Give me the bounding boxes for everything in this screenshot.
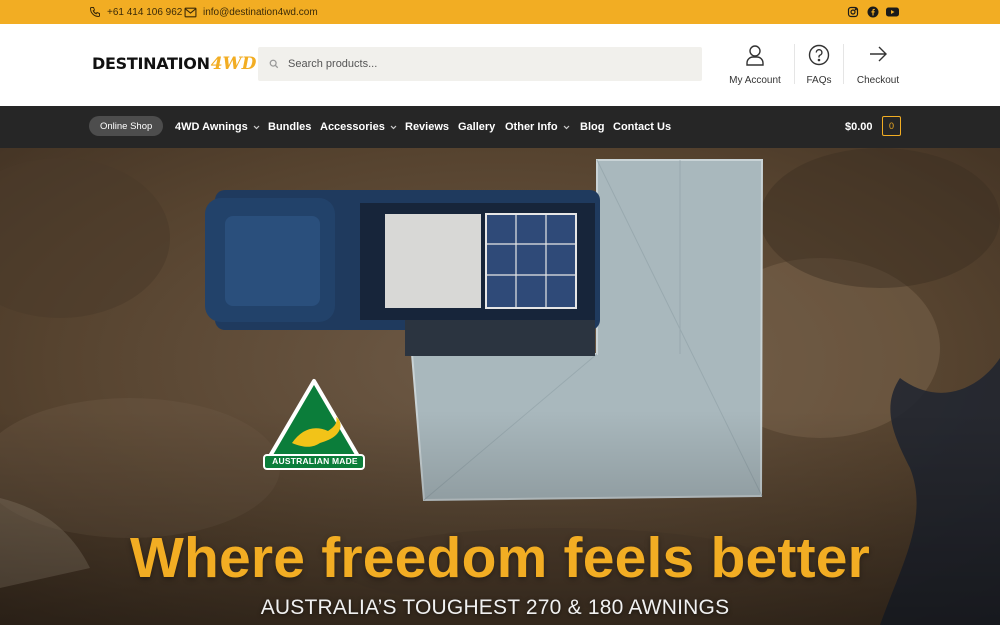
faqs-link[interactable]: FAQs	[801, 44, 837, 86]
nav-item-reviews[interactable]: Reviews	[405, 106, 449, 148]
phone-icon	[89, 7, 100, 18]
hero-subtitle: AUSTRALIA’S TOUGHEST 270 & 180 AWNINGS	[260, 596, 730, 619]
nav-item-accessories[interactable]: Accessories	[320, 106, 397, 148]
search-input[interactable]	[288, 58, 688, 70]
cart-count-badge[interactable]: 0	[882, 116, 901, 136]
nav-item-4wd-awnings[interactable]: 4WD Awnings	[175, 106, 260, 148]
my-account-link[interactable]: My Account	[724, 44, 786, 86]
facebook-icon	[867, 6, 879, 18]
facebook-link[interactable]	[866, 5, 880, 19]
nav-item-label: 4WD Awnings	[175, 121, 248, 133]
arrow-right-icon	[870, 46, 887, 62]
nav-item-label: Contact Us	[613, 121, 672, 133]
nav-item-label: Other Info	[505, 121, 558, 133]
australian-made-text: AUSTRALIAN MADE	[272, 456, 358, 466]
search-bar	[258, 47, 702, 81]
youtube-link[interactable]	[885, 5, 899, 19]
my-account-label: My Account	[729, 75, 781, 86]
chevron-down-icon	[390, 125, 397, 129]
main-nav: Online Shop 4WD Awnings Bundles Accessor…	[0, 106, 1000, 148]
email-address: info@destination4wd.com	[203, 6, 318, 18]
phone-link[interactable]: +61 414 106 962	[89, 0, 182, 24]
checkout-link[interactable]: Checkout	[852, 44, 904, 86]
nav-item-blog[interactable]: Blog	[580, 106, 604, 148]
nav-item-label: Blog	[580, 121, 605, 133]
instagram-link[interactable]	[846, 5, 860, 19]
chevron-down-icon	[563, 125, 569, 129]
chevron-down-icon	[253, 125, 260, 129]
nav-item-label: Accessories	[320, 121, 385, 133]
site-header: DESTINATION 4WD My Account FAQs Checkout	[0, 24, 1000, 106]
nav-item-label: Bundles	[268, 121, 312, 133]
search-icon	[269, 59, 279, 69]
online-shop-button[interactable]: Online Shop	[89, 116, 164, 136]
nav-item-other-info[interactable]: Other Info	[505, 106, 570, 148]
nav-item-label: Reviews	[405, 121, 450, 133]
logo-text: DESTINATION	[92, 54, 210, 73]
email-link[interactable]: info@destination4wd.com	[184, 0, 318, 24]
site-logo[interactable]: DESTINATION 4WD	[92, 54, 256, 76]
checkout-label: Checkout	[856, 75, 900, 86]
question-icon	[808, 44, 830, 66]
phone-number: +61 414 106 962	[107, 6, 183, 18]
nav-item-bundles[interactable]: Bundles	[268, 106, 311, 148]
header-divider	[843, 44, 844, 84]
logo-accent-text: 4WD	[210, 54, 257, 74]
nav-item-label: Gallery	[458, 121, 496, 133]
youtube-icon	[885, 7, 899, 17]
mail-icon	[184, 7, 197, 17]
top-bar: +61 414 106 962 info@destination4wd.com	[0, 0, 1000, 24]
cart-total[interactable]: $0.00	[845, 106, 873, 148]
faqs-label: FAQs	[806, 75, 832, 86]
nav-item-contact-us[interactable]: Contact Us	[613, 106, 671, 148]
hero-title: Where freedom feels better	[129, 526, 871, 590]
instagram-icon	[847, 6, 859, 18]
header-divider	[794, 44, 795, 84]
user-icon	[746, 45, 764, 66]
nav-item-gallery[interactable]: Gallery	[458, 106, 495, 148]
